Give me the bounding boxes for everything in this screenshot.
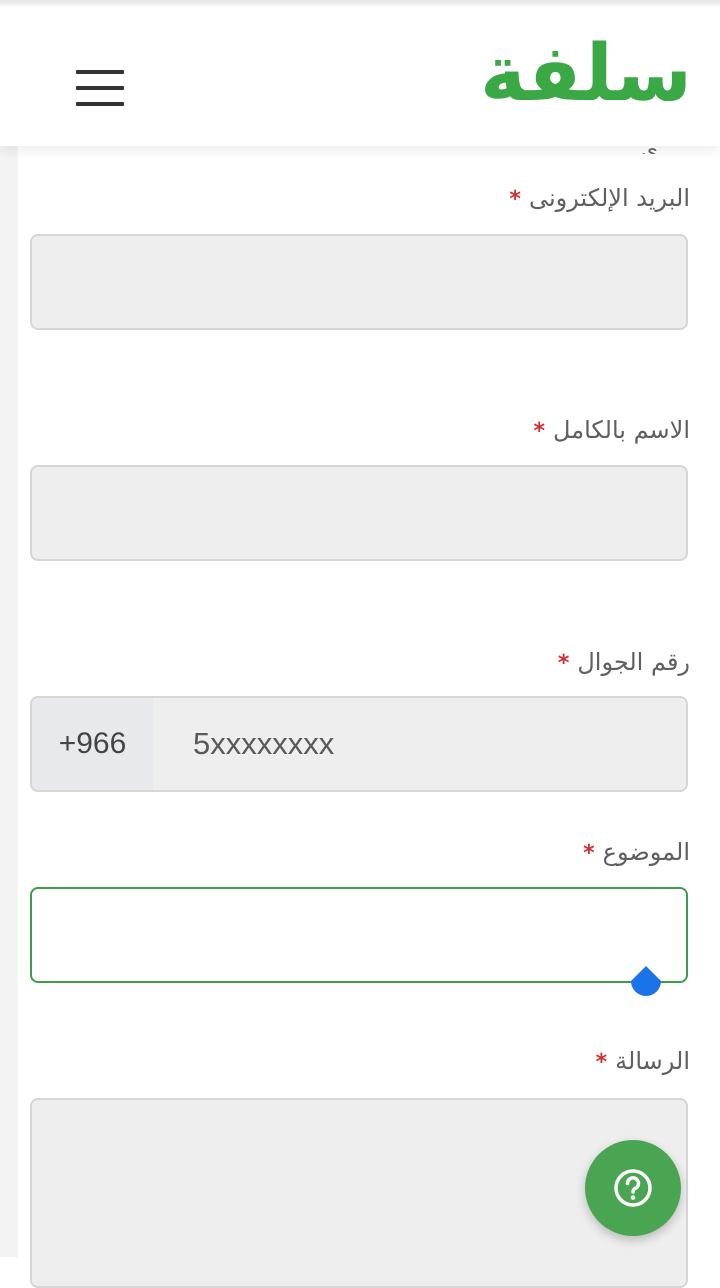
message-label-text: الرسالة bbox=[615, 1047, 690, 1075]
full-name-field[interactable] bbox=[30, 465, 688, 561]
phone-label: رقم الجوال * bbox=[558, 644, 690, 680]
subject-label: الموضوع * bbox=[583, 834, 690, 870]
email-label-text: البريد الإلكترونى bbox=[528, 184, 690, 212]
required-star: * bbox=[509, 187, 521, 212]
subject-field[interactable] bbox=[30, 887, 688, 983]
question-circle-icon bbox=[614, 1169, 652, 1207]
subject-label-text: الموضوع bbox=[602, 838, 690, 866]
message-label: الرسالة * bbox=[596, 1043, 690, 1079]
status-bar-shadow bbox=[0, 0, 720, 6]
full-name-label: الاسم بالكامل * bbox=[534, 412, 690, 448]
email-label: البريد الإلكترونى * bbox=[509, 180, 690, 216]
required-star: * bbox=[533, 419, 546, 444]
site-logo[interactable]: سلفة bbox=[480, 24, 692, 124]
phone-field[interactable]: 5xxxxxxxx bbox=[153, 696, 688, 792]
email-field[interactable] bbox=[30, 234, 688, 330]
required-star: * bbox=[557, 651, 570, 676]
country-code-prefix: +966 bbox=[30, 696, 154, 792]
text-cursor-handle-shape bbox=[631, 966, 661, 996]
help-button[interactable] bbox=[585, 1140, 681, 1236]
menu-bar-bottom bbox=[76, 102, 124, 106]
required-star: * bbox=[583, 841, 595, 866]
full-name-label-text: الاسم بالكامل bbox=[553, 416, 690, 444]
text-cursor-handle-icon[interactable] bbox=[626, 966, 666, 1006]
phone-label-text: رقم الجوال bbox=[577, 648, 690, 676]
menu-bar-top bbox=[76, 70, 124, 74]
required-star: * bbox=[595, 1050, 608, 1075]
menu-bar-middle bbox=[76, 86, 124, 90]
site-header: سلفة bbox=[0, 6, 720, 146]
hamburger-menu-icon[interactable] bbox=[74, 64, 126, 110]
